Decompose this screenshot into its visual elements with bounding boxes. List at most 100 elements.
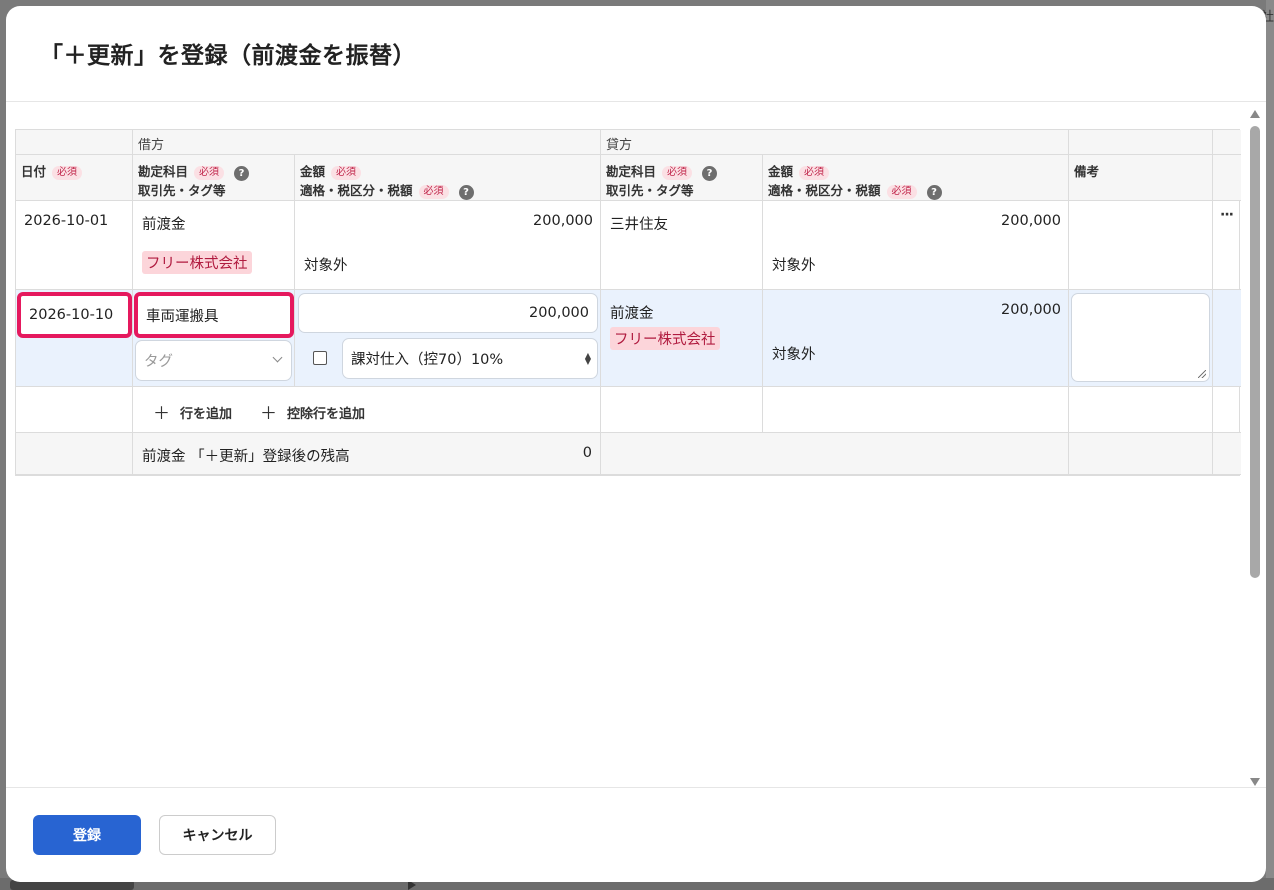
- row2-remarks-textarea[interactable]: [1071, 293, 1210, 382]
- group-header-actions-blank: [1213, 130, 1241, 155]
- balance-label: 前渡金 「＋更新」登録後の残高: [142, 449, 350, 465]
- required-badge: 必須: [886, 185, 917, 199]
- row2-debit-account-cell: 車両運搬具 タグ: [133, 290, 295, 386]
- row2-remarks-cell: [1069, 290, 1213, 387]
- header-credit-account: 勘定科目 必須? 取引先・タグ等: [601, 155, 763, 200]
- help-icon[interactable]: ?: [926, 185, 942, 200]
- submit-button[interactable]: 登録: [33, 815, 141, 855]
- qualified-invoice-checkbox[interactable]: [313, 351, 327, 365]
- balance-blank-more: [1213, 433, 1241, 475]
- backdrop-edge: [1266, 0, 1274, 890]
- balance-blank-date: [16, 433, 133, 475]
- actions-blank-credit: [601, 387, 1069, 433]
- credit-group-label: 貸方: [606, 138, 633, 153]
- row1-debit-partner-tag: フリー株式会社: [142, 251, 252, 274]
- header-date-label: 日付 必須: [21, 161, 83, 180]
- row1-actions-cell: ···: [1213, 201, 1241, 290]
- journal-table: 借方 貸方 日付 必須 勘定科目 必須? 取引先・タグ等 金額 必須 適格・税区…: [15, 129, 1241, 476]
- header-debit-partner-label: 取引先・タグ等: [138, 183, 226, 198]
- row2-credit-cell: 前渡金 フリー株式会社 200,000 対象外: [601, 290, 1069, 387]
- required-badge: 必須: [194, 166, 225, 180]
- row2-date-cell: 2026-10-10: [16, 290, 133, 387]
- select-updown-icon: ▲ ▼: [584, 351, 591, 366]
- balance-blank-remarks: [1069, 433, 1213, 475]
- row1-credit-cell: 三井住友 200,000 対象外: [601, 201, 1069, 290]
- header-credit-tax-label: 適格・税区分・税額 必須?: [768, 180, 942, 200]
- row1-date: 2026-10-01: [24, 213, 109, 229]
- row2-debit-cell: 車両運搬具 タグ 200,000 課対仕入（控70）10% ▲ ▼: [133, 290, 601, 387]
- add-deduction-row-button[interactable]: ＋控除行を追加: [260, 399, 365, 424]
- header-debit-account: 勘定科目 必須? 取引先・タグ等: [133, 155, 295, 200]
- row2-credit-amount-cell: 200,000 対象外: [763, 290, 1069, 386]
- balance-cell: 前渡金 「＋更新」登録後の残高 0: [133, 433, 601, 475]
- row1-credit-amount-cell: 200,000 対象外: [763, 201, 1069, 289]
- help-icon[interactable]: ?: [234, 166, 250, 181]
- scroll-down-icon[interactable]: [1250, 778, 1260, 786]
- dialog-title: 「＋更新」を登録（前渡金を振替）: [40, 43, 416, 69]
- cancel-button[interactable]: キャンセル: [159, 815, 276, 855]
- required-badge: 必須: [331, 166, 362, 180]
- vertical-scrollbar[interactable]: [1248, 110, 1262, 786]
- row2-debit-amount-cell: 200,000 課対仕入（控70）10% ▲ ▼: [295, 290, 601, 386]
- row2-credit-account: 前渡金: [610, 306, 654, 322]
- group-header-debit: 借方: [133, 130, 601, 155]
- journal-scroll-area: 借方 貸方 日付 必須 勘定科目 必須? 取引先・タグ等 金額 必須 適格・税区…: [6, 102, 1266, 788]
- more-options-icon[interactable]: ···: [1220, 207, 1234, 223]
- header-remarks-label: 備考: [1074, 164, 1100, 179]
- balance-value: 0: [582, 445, 592, 461]
- required-badge: 必須: [52, 166, 83, 180]
- header-remarks: 備考: [1069, 155, 1213, 201]
- actions-cell: ＋行を追加 ＋控除行を追加: [133, 387, 601, 433]
- row2-credit-account-cell: 前渡金 フリー株式会社: [601, 290, 763, 386]
- scroll-thumb[interactable]: [1250, 126, 1260, 578]
- header-credit-amount: 金額 必須 適格・税区分・税額 必須?: [763, 155, 1069, 200]
- help-icon[interactable]: ?: [702, 166, 718, 181]
- group-header-blank: [16, 130, 133, 155]
- row2-debit-amount-input[interactable]: 200,000: [298, 293, 598, 333]
- actions-blank-more: [1213, 387, 1241, 433]
- row1-debit-amount-cell: 200,000 対象外: [295, 201, 601, 289]
- plus-icon: ＋: [153, 404, 170, 424]
- register-dialog: 「＋更新」を登録（前渡金を振替） 借方 貸方 日付 必須 勘定科目 必須? 取引…: [6, 6, 1266, 882]
- header-debit-amount: 金額 必須 適格・税区分・税額 必須?: [295, 155, 601, 200]
- row2-tax-category-select[interactable]: 課対仕入（控70）10% ▲ ▼: [342, 338, 598, 379]
- row1-remarks-cell: [1069, 201, 1213, 290]
- row2-date-value: 2026-10-10: [29, 307, 114, 323]
- row2-date-input[interactable]: 2026-10-10: [17, 292, 132, 338]
- row1-credit-amount: 200,000: [1001, 213, 1061, 229]
- header-debit-tax-label: 適格・税区分・税額 必須?: [300, 180, 474, 200]
- actions-blank-remarks: [1069, 387, 1213, 433]
- row1-debit-tax: 対象外: [304, 258, 348, 274]
- debit-group-label: 借方: [138, 138, 165, 153]
- row2-tax-category-value: 課対仕入（控70）10%: [351, 352, 504, 368]
- header-credit-partner-label: 取引先・タグ等: [606, 183, 694, 198]
- group-header-credit: 貸方: [601, 130, 1069, 155]
- group-header-remarks-blank: [1069, 130, 1213, 155]
- resize-handle-icon[interactable]: [1198, 370, 1206, 378]
- required-badge: 必須: [662, 166, 693, 180]
- add-row-button[interactable]: ＋行を追加: [153, 399, 232, 424]
- row1-date-cell: 2026-10-01: [16, 201, 133, 290]
- scroll-up-icon[interactable]: [1250, 110, 1260, 118]
- actions-blank-date: [16, 387, 133, 433]
- footer-divider: [6, 787, 1266, 788]
- row2-debit-account-input[interactable]: 車両運搬具: [134, 292, 294, 338]
- row1-credit-account-cell: 三井住友: [601, 201, 763, 289]
- header-credit-amount-label: 金額 必須: [768, 161, 830, 180]
- row1-debit-cell: 前渡金 フリー株式会社 200,000 対象外: [133, 201, 601, 290]
- header-credit-account-label: 勘定科目 必須?: [606, 161, 718, 181]
- required-badge: 必須: [799, 166, 830, 180]
- row1-credit-tax: 対象外: [772, 258, 816, 274]
- row2-tag-select[interactable]: タグ: [135, 340, 292, 381]
- tag-placeholder: タグ: [144, 354, 173, 370]
- help-icon[interactable]: ?: [458, 185, 474, 200]
- row1-debit-account-cell: 前渡金 フリー株式会社: [133, 201, 295, 289]
- header-date: 日付 必須: [16, 155, 133, 201]
- row1-debit-amount: 200,000: [533, 213, 593, 229]
- row2-credit-amount: 200,000: [1001, 302, 1061, 318]
- row2-credit-tax: 対象外: [772, 347, 816, 363]
- header-actions-blank: [1213, 155, 1241, 201]
- plus-icon: ＋: [260, 404, 277, 424]
- header-debit-account-label: 勘定科目 必須?: [138, 161, 250, 181]
- row1-debit-account: 前渡金: [142, 217, 186, 233]
